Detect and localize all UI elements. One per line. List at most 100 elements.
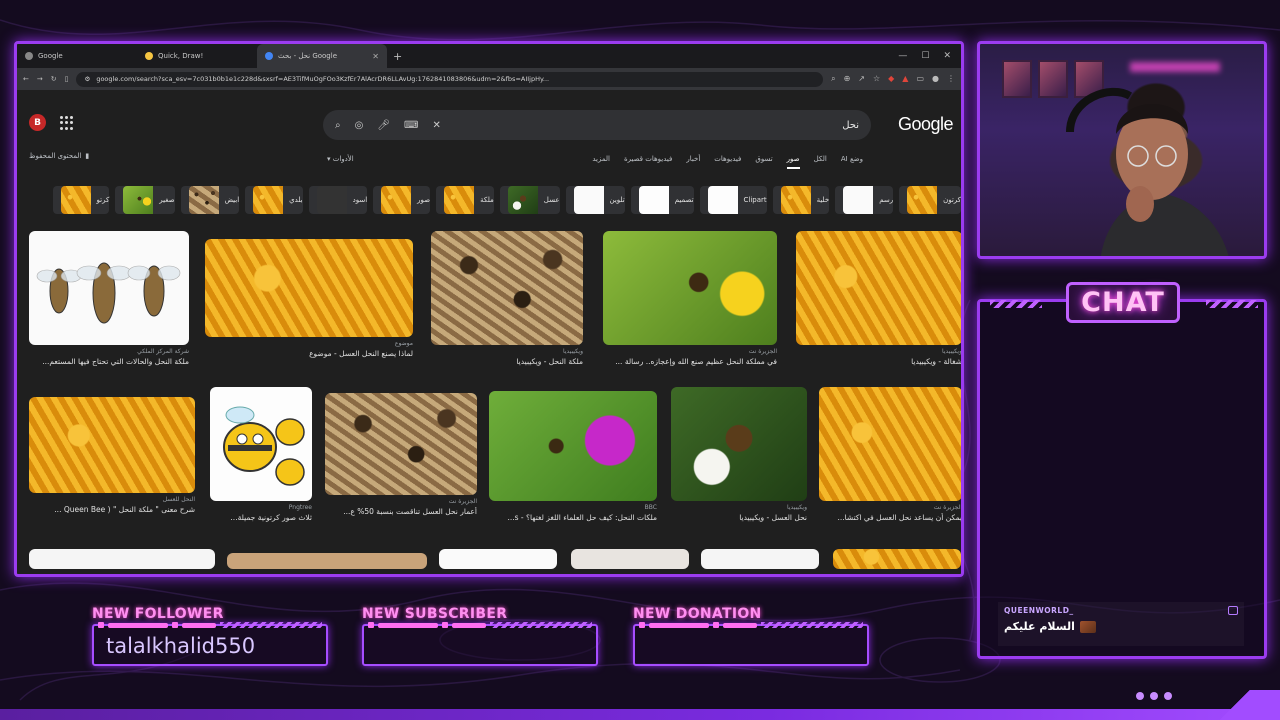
minimize-icon[interactable]: —	[898, 51, 907, 61]
image-result[interactable]: BBC ملكات النحل: كيف حل العلماء اللغز لغ…	[489, 391, 657, 522]
image-result[interactable]	[571, 549, 689, 569]
image-result[interactable]	[833, 549, 961, 569]
chip[interactable]: تلوين	[565, 186, 625, 214]
mic-icon[interactable]: 🎤︎	[377, 120, 390, 131]
tab-google[interactable]: Google	[17, 44, 137, 68]
extension-icon[interactable]: ▲	[902, 74, 908, 84]
chip[interactable]: ملكة	[436, 186, 494, 214]
chip[interactable]: خلية	[772, 186, 830, 214]
extension-icon[interactable]: ◆	[888, 74, 894, 84]
tab-short-videos[interactable]: فيديوهات قصيرة	[624, 155, 672, 169]
account-avatar[interactable]: B	[29, 114, 46, 131]
result-caption[interactable]: ملكة النحل - ويكيبيديا	[431, 357, 583, 366]
image-result[interactable]	[439, 549, 557, 569]
search-box[interactable]: ⌕ ◎ 🎤︎ ⌨ ✕ نحل	[323, 110, 871, 140]
forward-icon[interactable]: →	[37, 75, 43, 83]
result-image[interactable]	[701, 549, 819, 569]
star-icon[interactable]: ☆	[873, 74, 880, 84]
url-field[interactable]: ⚙ google.com/search?sca_esv=7c031b0b1e1c…	[76, 71, 824, 87]
result-image[interactable]	[671, 387, 807, 501]
result-caption[interactable]: ملكات النحل: كيف حل العلماء اللغز لغتها؟…	[489, 513, 657, 522]
tab-more[interactable]: المزيد	[592, 155, 610, 169]
chip[interactable]: كرتو	[52, 186, 110, 214]
image-result[interactable]: ويكيبيديا ملكة النحل - ويكيبيديا	[431, 231, 583, 366]
keyboard-icon[interactable]: ⌨	[404, 120, 418, 131]
tab-google-search[interactable]: نحل - بحث Google ✕	[257, 44, 387, 68]
tab-shopping[interactable]: تسوق	[755, 155, 772, 169]
result-caption[interactable]: شرح معنى " ملكة النحل " ( Queen Bee ...	[29, 505, 195, 514]
image-result[interactable]	[227, 553, 427, 569]
result-caption[interactable]: ملكة النحل والحالات التي تحتاج فيها المس…	[29, 357, 189, 366]
chip[interactable]: عسل	[499, 186, 560, 214]
result-caption[interactable]: نحل العسل - ويكيبيديا	[671, 513, 807, 522]
result-image[interactable]	[431, 231, 583, 345]
image-result[interactable]: Pngtree ثلاث صور كرتونية جميلة...	[210, 387, 312, 522]
image-result[interactable]: الجزيرة نت يمكن أن يساعد نحل العسل في اك…	[819, 387, 962, 522]
chip[interactable]: بلدي	[245, 186, 303, 214]
tab-images[interactable]: صور	[786, 155, 800, 169]
google-logo[interactable]: Google	[898, 114, 954, 135]
result-caption[interactable]: شغالة - ويكيبيديا	[796, 357, 961, 366]
result-image[interactable]	[833, 549, 961, 569]
result-caption[interactable]: في مملكة النحل عظيم صنع الله وإعجازه.. ر…	[603, 357, 777, 366]
result-caption[interactable]: أعمار نحل العسل تناقصت بنسبة 50% ع...	[325, 507, 477, 516]
chip[interactable]: Clipart	[699, 186, 767, 214]
image-result[interactable]	[29, 549, 215, 569]
result-image[interactable]	[571, 549, 689, 569]
chip[interactable]: صور	[373, 186, 431, 214]
image-result[interactable]: الجزيرة نت أعمار نحل العسل تناقصت بنسبة …	[325, 393, 477, 516]
new-tab-button[interactable]: +	[387, 50, 408, 63]
result-image[interactable]	[325, 393, 477, 495]
chip[interactable]: اسود	[308, 186, 368, 214]
site-info-icon[interactable]: ⚙	[84, 75, 90, 83]
reload-icon[interactable]: ↻	[51, 75, 57, 83]
result-image[interactable]	[227, 553, 427, 569]
saved-content-link[interactable]: المحتوى المحفوظ ▮	[29, 152, 89, 160]
close-window-icon[interactable]: ✕	[943, 51, 951, 61]
tab-ai-mode[interactable]: وضع AI	[841, 155, 863, 169]
result-image[interactable]	[29, 549, 215, 569]
profile-icon[interactable]: ●	[932, 74, 939, 84]
back-icon[interactable]: ←	[23, 75, 29, 83]
image-result[interactable]	[701, 549, 819, 569]
result-caption[interactable]: لماذا يصنع النحل العسل - موضوع	[205, 349, 413, 358]
bookmark-icon[interactable]: ▯	[65, 75, 69, 83]
search-icon[interactable]: ⌕	[335, 120, 341, 131]
tab-quick-draw[interactable]: Quick, Draw!	[137, 44, 257, 68]
result-image[interactable]	[439, 549, 557, 569]
lens-icon[interactable]: ⌕	[831, 74, 835, 84]
result-image[interactable]	[489, 391, 657, 501]
image-result[interactable]: موضوع لماذا يصنع النحل العسل - موضوع	[205, 239, 413, 358]
chip[interactable]: ابيض	[180, 186, 240, 214]
image-result[interactable]: ويكيبيديا نحل العسل - ويكيبيديا	[671, 387, 807, 522]
result-image[interactable]	[29, 397, 195, 493]
menu-icon[interactable]: ⋮	[947, 74, 955, 84]
close-tab-icon[interactable]: ✕	[372, 52, 379, 61]
image-result[interactable]: الجزيرة نت في مملكة النحل عظيم صنع الله …	[603, 231, 777, 366]
sidebar-icon[interactable]: ▭	[916, 74, 924, 84]
lens-search-icon[interactable]: ◎	[355, 120, 364, 131]
search-query[interactable]: نحل	[842, 120, 859, 131]
result-caption[interactable]: يمكن أن يساعد نحل العسل في اكتشا...	[819, 513, 962, 522]
chip[interactable]: تصميم	[630, 186, 694, 214]
zoom-icon[interactable]: ⊕	[844, 74, 851, 84]
result-image[interactable]	[796, 231, 961, 345]
result-image[interactable]	[210, 387, 312, 501]
chip[interactable]: كرتون	[899, 186, 961, 214]
clear-icon[interactable]: ✕	[432, 120, 440, 131]
result-caption[interactable]: ثلاث صور كرتونية جميلة...	[210, 513, 312, 522]
result-image[interactable]	[29, 231, 189, 345]
apps-grid-icon[interactable]	[60, 116, 74, 130]
result-image[interactable]	[819, 387, 961, 501]
result-image[interactable]	[205, 239, 413, 337]
result-image[interactable]	[603, 231, 777, 345]
image-result[interactable]: شركة المركز الملكي ملكة النحل والحالات ا…	[29, 231, 189, 366]
chip[interactable]: رسم	[835, 186, 894, 214]
tab-all[interactable]: الكل	[814, 155, 827, 169]
tab-news[interactable]: أخبار	[686, 155, 700, 169]
tab-videos[interactable]: فيديوهات	[714, 155, 741, 169]
chip[interactable]: صغير	[115, 186, 175, 214]
tools-button[interactable]: ▾ الأدوات	[327, 155, 354, 163]
share-icon[interactable]: ↗	[858, 74, 865, 84]
maximize-icon[interactable]: ☐	[921, 51, 929, 61]
